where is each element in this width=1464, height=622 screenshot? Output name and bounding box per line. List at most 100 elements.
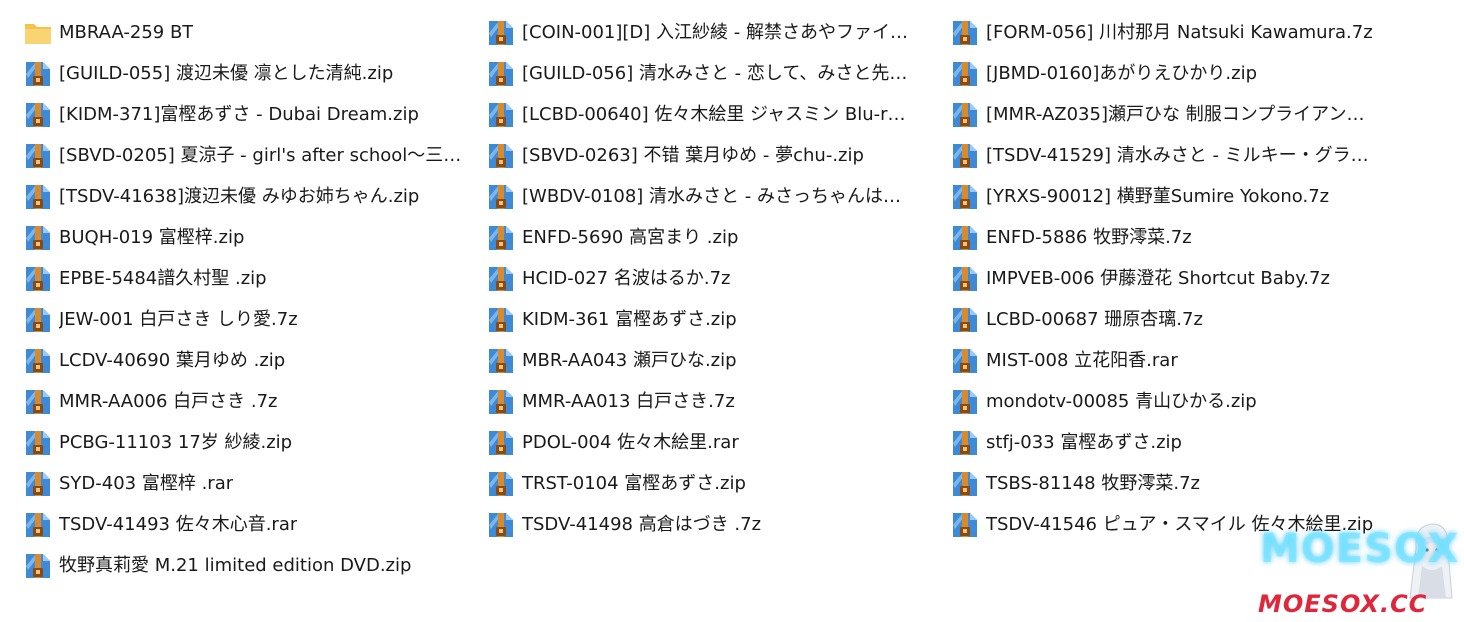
file-item[interactable]: JEW-001 白戸さき しり愛.7z bbox=[22, 299, 462, 340]
file-name-label: [LCBD-00640] 佐々木絵里 ジャスミン Blu-r… bbox=[522, 103, 906, 125]
file-name-label: [GUILD-055] 渡辺未優 凛とした清純.zip bbox=[59, 62, 394, 84]
file-name-label: MMR-AA013 白戸さき.7z bbox=[522, 390, 735, 412]
file-item[interactable]: MIST-008 立花阳香.rar bbox=[949, 340, 1379, 381]
archive-file-icon bbox=[949, 304, 981, 336]
file-name-label: MIST-008 立花阳香.rar bbox=[986, 349, 1178, 371]
file-item[interactable]: stfj-033 富樫あずさ.zip bbox=[949, 422, 1379, 463]
file-item[interactable]: EPBE-5484譜久村聖 .zip bbox=[22, 258, 462, 299]
file-item[interactable]: KIDM-361 富樫あずさ.zip bbox=[485, 299, 925, 340]
archive-file-icon bbox=[949, 99, 981, 131]
file-name-label: MBRAA-259 BT bbox=[59, 21, 194, 43]
archive-file-icon bbox=[949, 427, 981, 459]
file-item[interactable]: TRST-0104 富樫あずさ.zip bbox=[485, 463, 925, 504]
archive-file-icon bbox=[949, 509, 981, 541]
file-item[interactable]: [SBVD-0205] 夏涼子 - girl's after school～三… bbox=[22, 135, 462, 176]
file-name-label: [JBMD-0160]あがりえひかり.zip bbox=[986, 62, 1257, 84]
archive-file-icon bbox=[485, 468, 517, 500]
file-item[interactable]: IMPVEB-006 伊藤澄花 Shortcut Baby.7z bbox=[949, 258, 1379, 299]
file-item[interactable]: PCBG-11103 17岁 紗綾.zip bbox=[22, 422, 462, 463]
file-item[interactable]: ENFD-5886 牧野澪菜.7z bbox=[949, 217, 1379, 258]
file-item[interactable]: 牧野真莉愛 M.21 limited edition DVD.zip bbox=[22, 545, 462, 586]
file-name-label: [TSDV-41529] 清水みさと - ミルキー・グラ… bbox=[986, 144, 1369, 166]
file-item[interactable]: MBR-AA043 瀬戸ひな.zip bbox=[485, 340, 925, 381]
file-item[interactable]: mondotv-00085 青山ひかる.zip bbox=[949, 381, 1379, 422]
file-name-label: PCBG-11103 17岁 紗綾.zip bbox=[59, 431, 293, 453]
archive-file-icon bbox=[22, 386, 54, 418]
file-name-label: TSBS-81148 牧野澪菜.7z bbox=[986, 472, 1200, 494]
file-name-label: stfj-033 富樫あずさ.zip bbox=[986, 431, 1182, 453]
archive-file-icon bbox=[485, 181, 517, 213]
file-column-3: [FORM-056] 川村那月 Natsuki Kawamura.7z [JBMD… bbox=[949, 12, 1379, 545]
archive-file-icon bbox=[22, 427, 54, 459]
archive-file-icon bbox=[22, 58, 54, 90]
file-name-label: TSDV-41493 佐々木心音.rar bbox=[59, 513, 298, 535]
file-name-label: 牧野真莉愛 M.21 limited edition DVD.zip bbox=[59, 554, 412, 576]
archive-file-icon bbox=[22, 304, 54, 336]
file-item[interactable]: [SBVD-0263] 不错 葉月ゆめ - 夢chu-.zip bbox=[485, 135, 925, 176]
archive-file-icon bbox=[949, 263, 981, 295]
file-item[interactable]: [WBDV-0108] 清水みさと - みさっちゃんは… bbox=[485, 176, 925, 217]
file-name-label: [SBVD-0205] 夏涼子 - girl's after school～三… bbox=[59, 144, 462, 166]
file-name-label: MMR-AA006 白戸さき .7z bbox=[59, 390, 278, 412]
file-name-label: BUQH-019 富樫梓.zip bbox=[59, 226, 245, 248]
file-item[interactable]: [COIN-001][D] 入江紗綾 - 解禁さあやファイ… bbox=[485, 12, 925, 53]
file-item[interactable]: [GUILD-055] 渡辺未優 凛とした清純.zip bbox=[22, 53, 462, 94]
file-item[interactable]: [MMR-AZ035]瀬戸ひな 制服コンプライアン… bbox=[949, 94, 1379, 135]
file-name-label: [TSDV-41638]渡辺未優 みゆお姉ちゃん.zip bbox=[59, 185, 420, 207]
file-name-label: MBR-AA043 瀬戸ひな.zip bbox=[522, 349, 737, 371]
archive-file-icon bbox=[485, 304, 517, 336]
file-item[interactable]: MMR-AA013 白戸さき.7z bbox=[485, 381, 925, 422]
archive-file-icon bbox=[485, 222, 517, 254]
file-item[interactable]: TSDV-41498 高倉はづき .7z bbox=[485, 504, 925, 545]
file-name-label: IMPVEB-006 伊藤澄花 Shortcut Baby.7z bbox=[986, 267, 1330, 289]
archive-file-icon bbox=[22, 181, 54, 213]
archive-file-icon bbox=[22, 509, 54, 541]
file-item[interactable]: [LCBD-00640] 佐々木絵里 ジャスミン Blu-r… bbox=[485, 94, 925, 135]
file-item[interactable]: PDOL-004 佐々木絵里.rar bbox=[485, 422, 925, 463]
file-item[interactable]: [GUILD-056] 清水みさと - 恋して、みさと先… bbox=[485, 53, 925, 94]
file-name-label: [KIDM-371]富樫あずさ - Dubai Dream.zip bbox=[59, 103, 419, 125]
file-name-label: PDOL-004 佐々木絵里.rar bbox=[522, 431, 739, 453]
file-item[interactable]: TSDV-41546 ピュア・スマイル 佐々木絵里.zip bbox=[949, 504, 1379, 545]
file-item[interactable]: [TSDV-41529] 清水みさと - ミルキー・グラ… bbox=[949, 135, 1379, 176]
file-name-label: TRST-0104 富樫あずさ.zip bbox=[522, 472, 746, 494]
archive-file-icon bbox=[949, 181, 981, 213]
archive-file-icon bbox=[485, 58, 517, 90]
file-item[interactable]: BUQH-019 富樫梓.zip bbox=[22, 217, 462, 258]
file-item[interactable]: TSBS-81148 牧野澪菜.7z bbox=[949, 463, 1379, 504]
archive-file-icon bbox=[949, 17, 981, 49]
file-column-2: [COIN-001][D] 入江紗綾 - 解禁さあやファイ… [GUILD-056… bbox=[485, 12, 925, 545]
archive-file-icon bbox=[22, 140, 54, 172]
file-item[interactable]: SYD-403 富樫梓 .rar bbox=[22, 463, 462, 504]
archive-file-icon bbox=[949, 222, 981, 254]
file-name-label: [MMR-AZ035]瀬戸ひな 制服コンプライアン… bbox=[986, 103, 1365, 125]
archive-file-icon bbox=[22, 345, 54, 377]
archive-file-icon bbox=[22, 550, 54, 582]
file-name-label: LCBD-00687 珊原杏璃.7z bbox=[986, 308, 1203, 330]
file-item[interactable]: MMR-AA006 白戸さき .7z bbox=[22, 381, 462, 422]
file-item[interactable]: LCDV-40690 葉月ゆめ .zip bbox=[22, 340, 462, 381]
file-item[interactable]: TSDV-41493 佐々木心音.rar bbox=[22, 504, 462, 545]
file-name-label: mondotv-00085 青山ひかる.zip bbox=[986, 390, 1257, 412]
file-item[interactable]: [YRXS-90012] 横野菫Sumire Yokono.7z bbox=[949, 176, 1379, 217]
file-name-label: [SBVD-0263] 不错 葉月ゆめ - 夢chu-.zip bbox=[522, 144, 864, 166]
file-item[interactable]: [KIDM-371]富樫あずさ - Dubai Dream.zip bbox=[22, 94, 462, 135]
folder-item[interactable]: MBRAA-259 BT bbox=[22, 12, 462, 53]
file-item[interactable]: [JBMD-0160]あがりえひかり.zip bbox=[949, 53, 1379, 94]
file-name-label: [FORM-056] 川村那月 Natsuki Kawamura.7z bbox=[986, 21, 1373, 43]
archive-file-icon bbox=[485, 386, 517, 418]
file-item[interactable]: [TSDV-41638]渡辺未優 みゆお姉ちゃん.zip bbox=[22, 176, 462, 217]
archive-file-icon bbox=[485, 140, 517, 172]
file-name-label: KIDM-361 富樫あずさ.zip bbox=[522, 308, 737, 330]
file-name-label: EPBE-5484譜久村聖 .zip bbox=[59, 267, 267, 289]
archive-file-icon bbox=[949, 140, 981, 172]
archive-file-icon bbox=[485, 99, 517, 131]
archive-file-icon bbox=[949, 468, 981, 500]
file-item[interactable]: LCBD-00687 珊原杏璃.7z bbox=[949, 299, 1379, 340]
file-item[interactable]: ENFD-5690 高宮まり .zip bbox=[485, 217, 925, 258]
file-item[interactable]: [FORM-056] 川村那月 Natsuki Kawamura.7z bbox=[949, 12, 1379, 53]
file-name-label: [GUILD-056] 清水みさと - 恋して、みさと先… bbox=[522, 62, 908, 84]
file-name-label: JEW-001 白戸さき しり愛.7z bbox=[59, 308, 298, 330]
file-item[interactable]: HCID-027 名波はるか.7z bbox=[485, 258, 925, 299]
archive-file-icon bbox=[485, 427, 517, 459]
